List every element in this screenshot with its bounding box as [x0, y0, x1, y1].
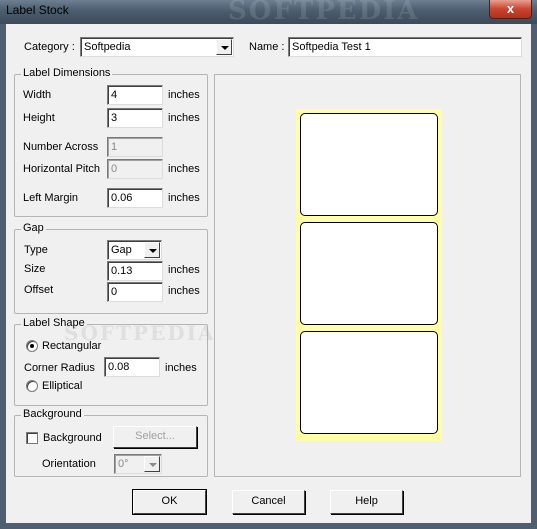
ok-button[interactable]: OK	[132, 489, 207, 515]
height-field[interactable]: 3	[107, 108, 163, 128]
height-unit: inches	[168, 112, 200, 124]
left-margin-label: Left Margin	[23, 192, 79, 204]
gap-type-label: Type	[24, 244, 48, 256]
group-title: Label Shape	[21, 317, 87, 329]
gap-size-label: Size	[24, 263, 46, 275]
chevron-down-icon	[144, 456, 160, 472]
corner-radius-label: Corner Radius	[24, 362, 95, 374]
label-preview	[300, 331, 438, 434]
group-title: Gap	[21, 222, 46, 234]
width-unit: inches	[168, 89, 200, 101]
elliptical-radio[interactable]	[26, 380, 38, 392]
gap-type-select[interactable]: Gap	[107, 240, 162, 260]
label-preview-panel	[214, 74, 521, 477]
gap-offset-field[interactable]: 0	[107, 282, 163, 302]
left-margin-unit: inches	[168, 192, 200, 204]
horizontal-pitch-label: Horizontal Pitch	[23, 163, 101, 175]
help-button[interactable]: Help	[330, 490, 403, 514]
title-bar: Label Stock SOFTPEDIA x	[0, 0, 537, 24]
rectangular-radio[interactable]	[26, 340, 38, 352]
chevron-down-icon[interactable]	[144, 242, 160, 258]
corner-radius-field[interactable]: 0.08	[104, 357, 160, 377]
horizontal-pitch-unit: inches	[168, 163, 200, 175]
corner-radius-unit: inches	[165, 362, 197, 374]
dialog-body: Category : Softpedia Name : Softpedia Te…	[6, 24, 531, 523]
gap-size-field[interactable]: 0.13	[107, 261, 163, 281]
orientation-select: 0°	[114, 454, 162, 474]
horizontal-pitch-field: 0	[107, 159, 163, 179]
height-label: Height	[23, 112, 55, 124]
chevron-down-icon[interactable]	[216, 39, 232, 55]
rectangular-label: Rectangular	[42, 340, 102, 352]
gap-size-unit: inches	[168, 264, 200, 276]
orientation-value: 0°	[118, 458, 129, 470]
number-across-field: 1	[107, 137, 163, 157]
window-title: Label Stock	[6, 3, 69, 17]
category-value: Softpedia	[84, 41, 131, 53]
select-image-button[interactable]: Select...	[113, 426, 197, 448]
left-margin-field[interactable]: 0.06	[107, 188, 163, 208]
group-title: Label Dimensions	[21, 67, 113, 79]
name-field[interactable]: Softpedia Test 1	[288, 37, 522, 57]
group-title: Background	[21, 408, 84, 420]
category-label: Category :	[24, 41, 75, 53]
orientation-label: Orientation	[42, 458, 96, 470]
gap-offset-unit: inches	[168, 285, 200, 297]
background-checkbox[interactable]	[26, 432, 38, 444]
label-preview	[300, 222, 438, 325]
name-label: Name :	[249, 41, 285, 53]
category-select[interactable]: Softpedia	[80, 37, 234, 57]
elliptical-label: Elliptical	[42, 380, 83, 392]
gap-type-value: Gap	[111, 244, 132, 256]
close-button[interactable]: x	[489, 0, 532, 19]
gap-offset-label: Offset	[24, 284, 54, 296]
label-sheet	[296, 109, 442, 441]
cancel-button[interactable]: Cancel	[232, 490, 305, 514]
label-preview	[300, 113, 438, 216]
width-field[interactable]: 4	[107, 85, 163, 105]
title-watermark: SOFTPEDIA	[228, 0, 420, 24]
number-across-label: Number Across	[23, 141, 99, 153]
background-checkbox-label: Background	[43, 432, 102, 444]
width-label: Width	[23, 89, 52, 101]
